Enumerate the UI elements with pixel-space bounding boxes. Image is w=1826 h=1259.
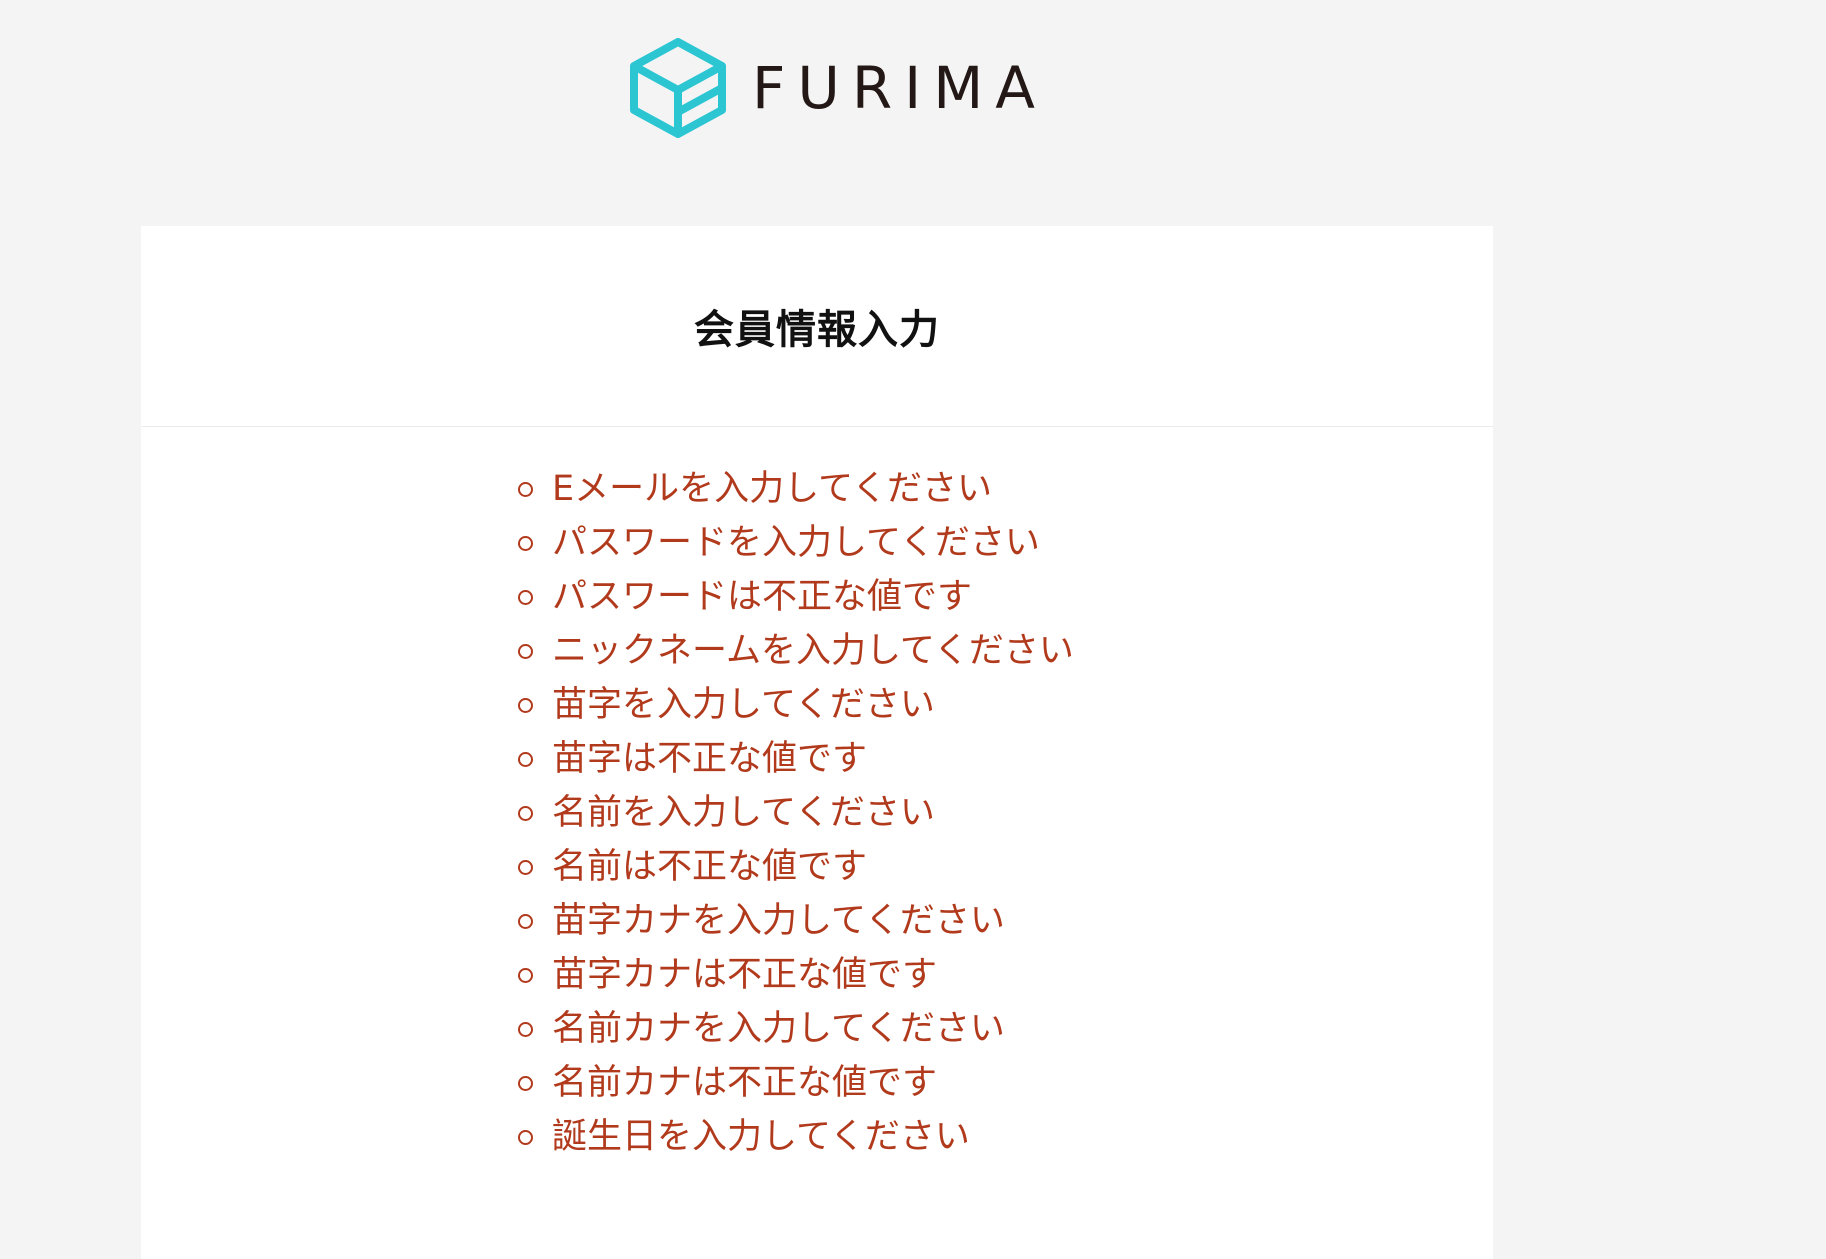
registration-card: 会員情報入力 Eメールを入力してください パスワードを入力してください パスワー… [141,226,1493,1259]
furima-logo-link[interactable]: FURIMA [630,38,1047,138]
error-message-item: 苗字カナは不正な値です [509,948,1074,1002]
error-message-item: パスワードは不正な値です [509,570,1074,624]
error-message-item: 名前カナを入力してください [509,1002,1074,1056]
error-message-item: パスワードを入力してください [509,516,1074,570]
logo-text: FURIMA [752,54,1047,122]
error-message-text: 誕生日を入力してください [552,1117,970,1157]
box-logo-icon [630,38,726,138]
bullet-circle-icon [518,589,533,605]
error-message-text: 名前カナを入力してください [552,1009,1005,1049]
error-message-item: 苗字カナを入力してください [509,894,1074,948]
error-message-item: 名前を入力してください [509,786,1074,840]
site-header: FURIMA [0,0,1826,180]
error-message-text: 苗字は不正な値です [552,739,868,779]
bullet-circle-icon [518,859,533,875]
bullet-circle-icon [518,913,533,929]
error-message-list: Eメールを入力してください パスワードを入力してください パスワードは不正な値で… [509,462,1074,1164]
page-title: 会員情報入力 [694,307,940,353]
bullet-circle-icon [518,967,533,983]
error-message-item: 名前カナは不正な値です [509,1056,1074,1110]
error-message-text: 苗字を入力してください [552,685,935,725]
error-message-item: ニックネームを入力してください [509,624,1074,678]
error-message-item: 名前は不正な値です [509,840,1074,894]
bullet-circle-icon [518,1021,533,1037]
error-message-text: ニックネームを入力してください [552,631,1074,671]
error-message-text: 名前を入力してください [552,793,935,833]
error-message-text: 名前カナは不正な値です [552,1063,938,1103]
bullet-circle-icon [518,1129,533,1145]
bullet-circle-icon [518,751,533,767]
error-message-item: 苗字は不正な値です [509,732,1074,786]
bullet-circle-icon [518,643,533,659]
bullet-circle-icon [518,697,533,713]
bullet-circle-icon [518,805,533,821]
bullet-circle-icon [518,1075,533,1091]
error-message-text: 苗字カナを入力してください [552,901,1005,941]
error-message-text: 苗字カナは不正な値です [552,955,938,995]
error-message-text: 名前は不正な値です [552,847,868,887]
error-message-text: パスワードを入力してください [552,523,1040,563]
bullet-circle-icon [518,535,533,551]
bullet-circle-icon [518,481,533,497]
error-message-text: パスワードは不正な値です [552,577,973,617]
error-message-item: Eメールを入力してください [509,462,1074,516]
error-message-item: 苗字を入力してください [509,678,1074,732]
error-message-text: Eメールを入力してください [552,469,993,509]
card-header: 会員情報入力 [141,226,1493,427]
error-message-item: 誕生日を入力してください [509,1110,1074,1164]
